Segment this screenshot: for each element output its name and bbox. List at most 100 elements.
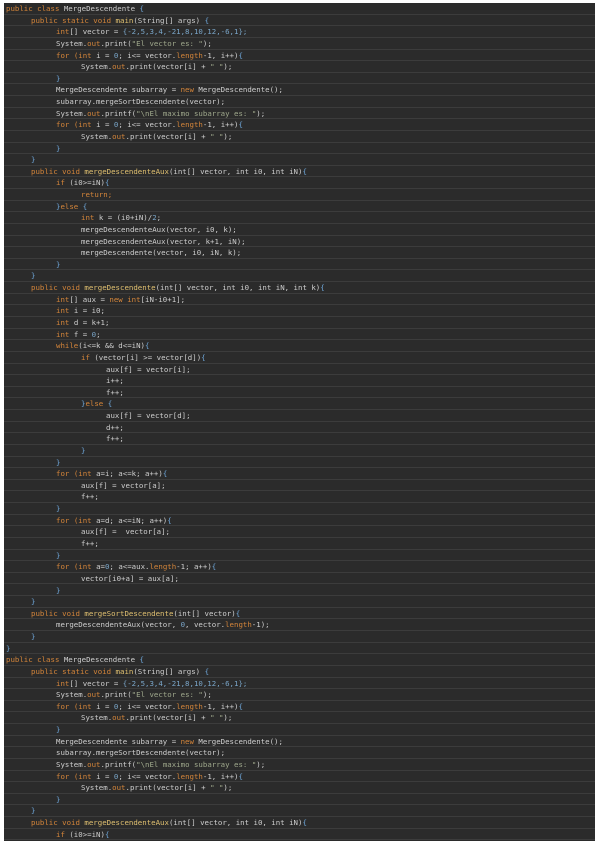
code-token: i =	[96, 701, 114, 711]
code-line: }	[4, 270, 595, 283]
code-token: , vector.	[185, 620, 226, 630]
code-token: int	[56, 678, 70, 688]
code-line: MergeDescendente subarray = new MergeDes…	[4, 736, 595, 748]
code-token: vector[i0+a] = aux[a];	[81, 573, 179, 583]
code-token: i =	[96, 120, 114, 130]
code-token: public void	[31, 608, 85, 618]
code-token: {	[104, 829, 110, 839]
code-line: public void mergeDescendenteAux(int[] ve…	[4, 817, 595, 829]
code-line: System.out.print(vector[i] + " ");	[4, 712, 595, 725]
code-token: new	[180, 85, 199, 95]
code-line: int i = i0;	[4, 305, 595, 317]
code-line: int d = k+1;	[4, 317, 595, 329]
code-line: for (int a=i; a<=k; a++){	[4, 468, 595, 480]
code-token: for	[56, 469, 74, 479]
code-token: );	[223, 713, 233, 723]
code-token: {	[145, 341, 150, 351]
code-token: (int	[73, 562, 97, 572]
code-token: " "	[210, 783, 224, 793]
code-line: }else {	[4, 201, 595, 213]
code-line: public void mergeSortDescendente(int[] v…	[4, 608, 595, 620]
code-line: mergeDescendenteAux(vector, k+1, iN);	[4, 236, 595, 248]
code-token: "\nEl maximo subarray es: "	[136, 759, 257, 769]
code-token: -1, i++)	[202, 50, 239, 60]
code-token: public class	[6, 655, 64, 665]
code-token: "El vector es: "	[131, 38, 203, 48]
code-line: int[] aux = new int[iN-i0+1];	[4, 294, 595, 306]
code-token: length	[149, 562, 177, 572]
code-line: f++;	[4, 491, 595, 504]
code-line: if (i0>=iN){	[4, 177, 595, 190]
code-line: return;	[4, 189, 595, 201]
code-token: }	[31, 271, 36, 281]
code-line: aux[f] = vector[d];	[4, 410, 595, 422]
code-token: .print(vector[i] +	[125, 131, 211, 141]
code-line: mergeDescendenteAux(vector, 0, vector.le…	[4, 619, 595, 631]
code-line: if (vector[i] >= vector[d]){	[4, 352, 595, 364]
code-token: subarray.mergeSortDescendente(vector);	[56, 748, 226, 758]
code-token: {	[238, 771, 243, 781]
code-token: out	[112, 713, 126, 723]
code-token: (i0>=iN)	[69, 178, 105, 188]
code-line: }	[4, 631, 595, 643]
code-token: f++;	[106, 434, 124, 444]
code-token: {	[238, 701, 243, 711]
code-editor[interactable]: public class MergeDescendente {public st…	[4, 3, 595, 841]
code-token: }	[31, 632, 36, 642]
code-token: [] vector =	[69, 678, 123, 688]
code-token: }	[81, 445, 86, 455]
code-token: (i0>=iN)	[69, 829, 105, 839]
code-token: (i<=k && d<=iN)	[78, 341, 145, 351]
code-token: public class	[6, 4, 64, 13]
code-token: System.	[56, 690, 88, 700]
code-token: else	[60, 201, 83, 211]
code-token: {	[167, 515, 172, 525]
code-token: public void	[31, 283, 85, 293]
code-token: MergeDescendente subarray =	[56, 736, 181, 746]
code-token: );	[223, 62, 233, 72]
code-line: d++;	[4, 422, 595, 434]
code-token: if	[56, 178, 70, 188]
code-token: else	[85, 399, 108, 409]
code-line: }	[4, 143, 595, 155]
code-line: }	[4, 794, 595, 806]
code-token: length	[176, 120, 203, 130]
code-line: int k = (i0+iN)/2;	[4, 212, 595, 224]
code-token: mergeDescendente	[84, 283, 156, 293]
code-token: (String[] args)	[133, 15, 205, 25]
code-token: " "	[210, 713, 224, 723]
code-token: f++;	[81, 538, 99, 548]
code-line: System.out.print(vector[i] + " ");	[4, 782, 595, 794]
code-line: }	[4, 585, 595, 597]
code-line: vector[i0+a] = aux[a];	[4, 573, 595, 585]
code-line: i++;	[4, 375, 595, 387]
code-token: .print(vector[i] +	[125, 713, 211, 723]
code-token: out	[112, 131, 126, 141]
code-line: }	[4, 154, 595, 166]
code-line: }	[4, 805, 595, 818]
code-token: aux[f] = vector[d];	[106, 411, 191, 421]
code-line: public static void main(String[] args) {	[4, 15, 595, 27]
code-token: }	[31, 806, 36, 816]
code-token: subarray.mergeSortDescendente(vector);	[56, 97, 226, 107]
code-line: int[] vector = {-2,5,3,4,-21,8,10,12,-6,…	[4, 678, 595, 690]
code-token: {	[139, 4, 144, 13]
code-token: {-2,5,3,4,-21,8,10,12,-6,1};	[122, 678, 248, 688]
code-token: ;	[96, 329, 101, 339]
code-token: }	[56, 794, 61, 804]
code-token: f++;	[81, 492, 99, 502]
code-token: f =	[73, 329, 92, 339]
code-token: out	[112, 62, 126, 72]
code-token: (int[] vector, int i0, int iN, int k)	[155, 283, 321, 293]
code-token: (int	[73, 469, 97, 479]
code-token: a=	[96, 562, 105, 572]
code-token: for	[56, 120, 74, 130]
code-token: d++;	[106, 422, 124, 432]
code-token: -1, i++)	[202, 701, 239, 711]
code-token: [iN-i0+1];	[140, 294, 186, 304]
code-token: MergeDescendente();	[198, 736, 283, 746]
code-line: f++;	[4, 433, 595, 445]
code-line: int[] vector = {-2,5,3,4,-21,8,10,12,-6,…	[4, 26, 595, 38]
code-token: .printf(	[100, 108, 137, 118]
code-token: length	[225, 620, 252, 630]
